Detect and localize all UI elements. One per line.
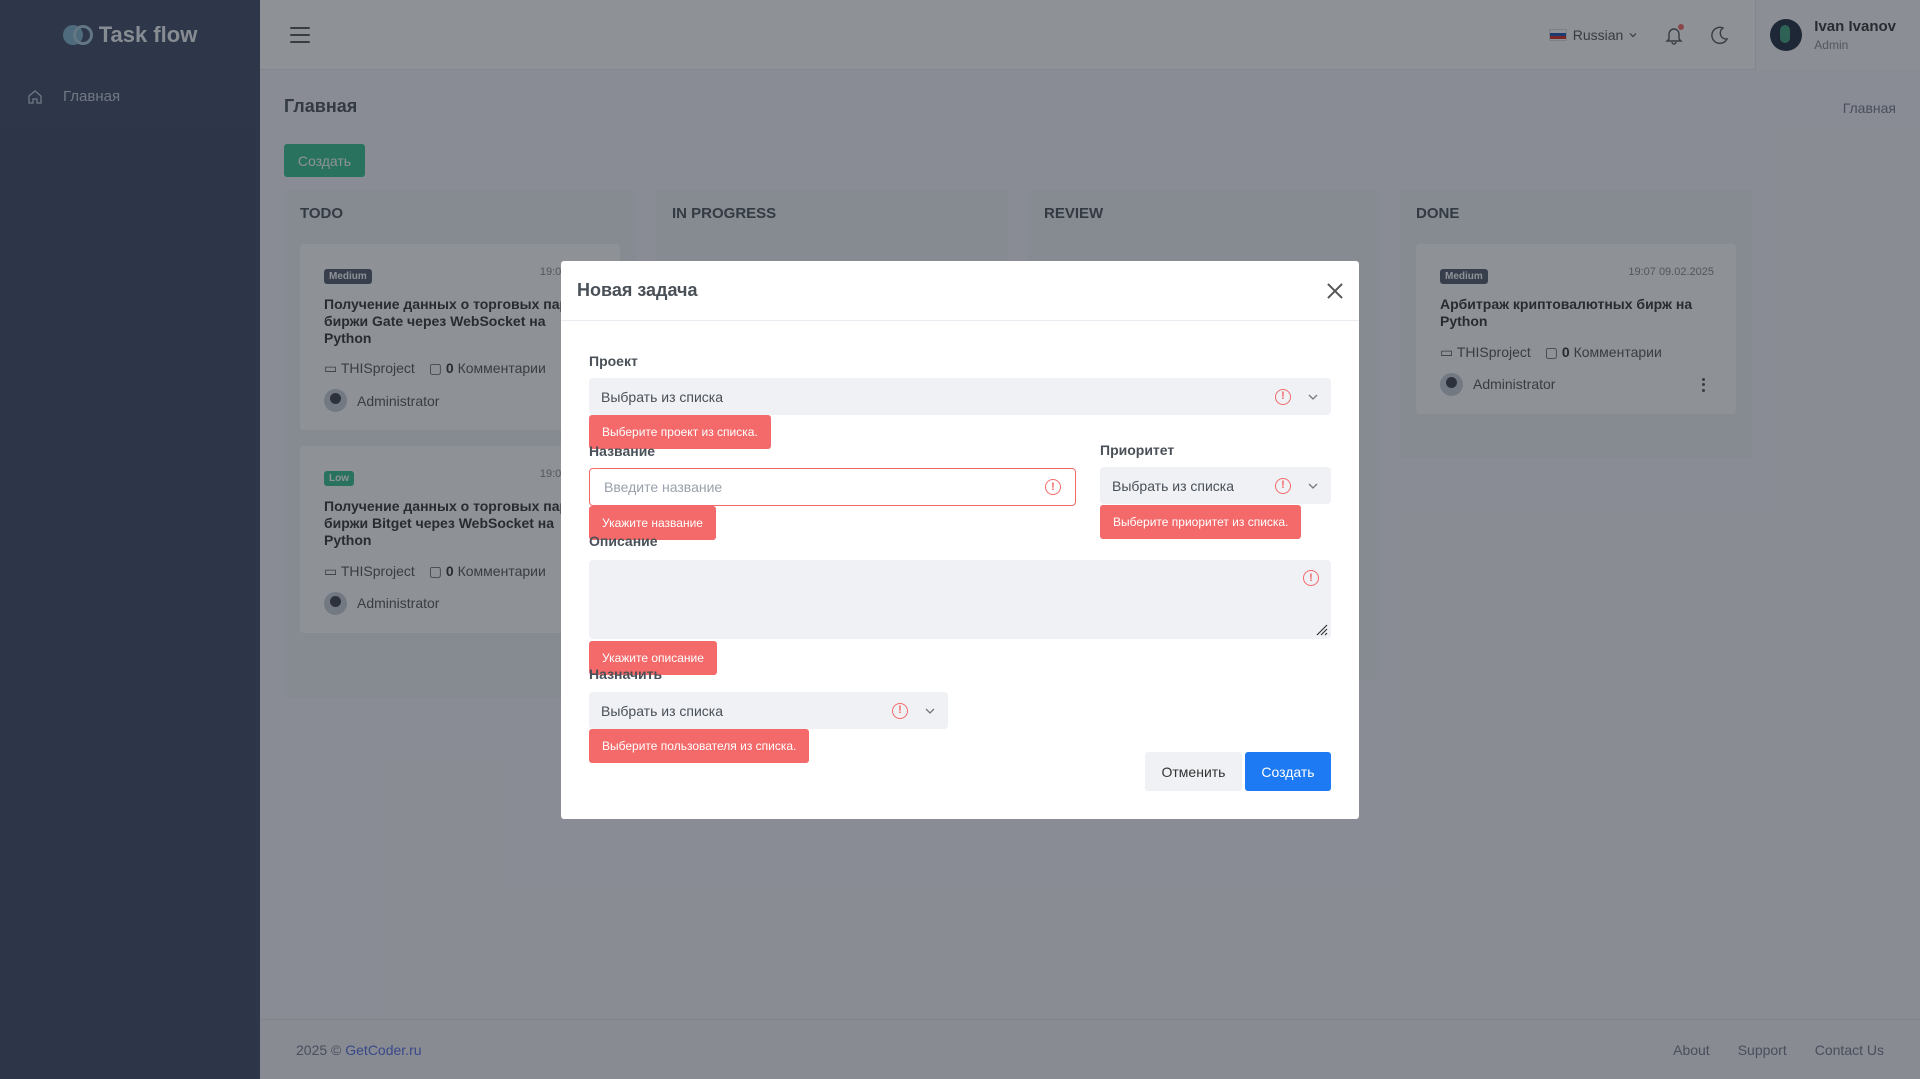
chevron-down-icon xyxy=(1308,483,1318,489)
priority-select-value: Выбрать из списка xyxy=(1112,477,1235,494)
error-icon: ! xyxy=(1275,477,1291,494)
error-icon: ! xyxy=(1275,388,1291,405)
project-select-value: Выбрать из списка xyxy=(601,388,724,405)
error-icon: ! xyxy=(1045,479,1061,495)
close-icon[interactable] xyxy=(1327,283,1343,299)
assign-select[interactable]: Выбрать из списка ! xyxy=(589,692,948,729)
assign-select-value: Выбрать из списка xyxy=(601,702,724,719)
assign-error: Выберите пользователя из списка. xyxy=(589,729,810,763)
priority-label: Приоритет xyxy=(1100,442,1175,458)
project-select[interactable]: Выбрать из списка ! xyxy=(589,378,1331,415)
name-label: Название xyxy=(589,443,656,459)
modal-title: Новая задача xyxy=(577,280,698,300)
error-icon: ! xyxy=(892,702,908,719)
description-label: Описание xyxy=(589,533,658,549)
create-button[interactable]: Создать xyxy=(1245,752,1331,791)
priority-error: Выберите приоритет из списка. xyxy=(1100,505,1302,539)
name-placeholder: Введите название xyxy=(604,479,723,495)
new-task-modal: Новая задача Проект Выбрать из списка ! … xyxy=(561,261,1359,819)
chevron-down-icon xyxy=(1308,394,1318,400)
chevron-down-icon xyxy=(925,708,935,714)
project-label: Проект xyxy=(589,353,638,369)
resize-handle-icon[interactable] xyxy=(1314,622,1328,636)
description-field[interactable]: ! xyxy=(589,560,1331,639)
priority-select[interactable]: Выбрать из списка ! xyxy=(1100,467,1331,504)
name-field[interactable]: Введите название ! xyxy=(589,468,1076,506)
cancel-button[interactable]: Отменить xyxy=(1145,752,1242,791)
error-icon: ! xyxy=(1303,570,1319,586)
assign-label: Назначить xyxy=(589,666,663,682)
modal-header: Новая задача xyxy=(561,261,1359,321)
